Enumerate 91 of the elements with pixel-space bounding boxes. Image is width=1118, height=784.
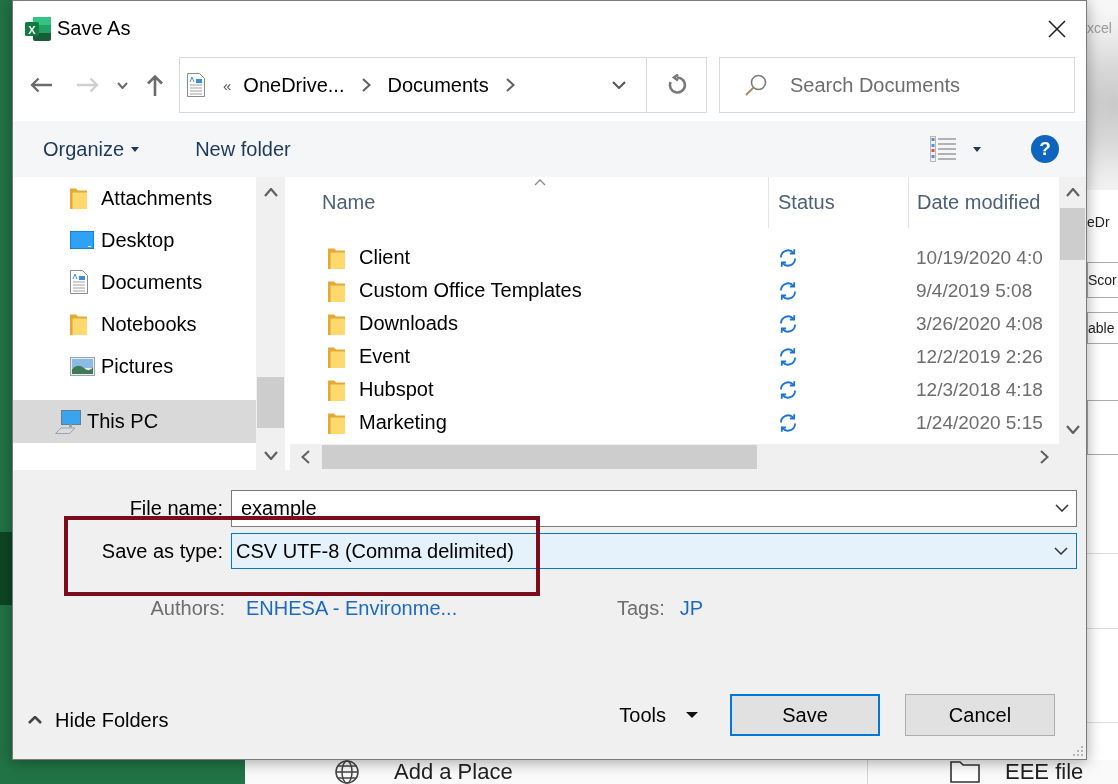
document-icon xyxy=(70,270,88,294)
chevron-down-icon xyxy=(1054,547,1068,555)
caret-down-icon xyxy=(973,146,981,152)
details-view-icon xyxy=(930,136,956,162)
up-arrow-icon xyxy=(146,74,164,96)
backdrop-text: xcel xyxy=(1087,19,1113,38)
breadcrumb[interactable]: OneDrive... xyxy=(243,73,345,97)
folder-icon xyxy=(70,313,87,335)
field-label: File name: xyxy=(128,497,223,520)
address-bar[interactable]: « OneDrive... Documents xyxy=(179,57,707,113)
window-title: Save As xyxy=(57,17,131,40)
nav-item[interactable]: Attachments xyxy=(13,177,256,219)
toolbar-button[interactable]: Organize xyxy=(43,129,140,169)
date-modified: 3/26/2020 4:08 xyxy=(916,312,1043,335)
scrollbar[interactable] xyxy=(256,177,285,470)
scrollbar-thumb[interactable] xyxy=(1060,208,1085,260)
sort-caret-icon xyxy=(534,179,546,186)
nav-item[interactable]: Desktop xyxy=(13,219,256,261)
nav-item[interactable]: Documents xyxy=(13,261,256,303)
backdrop-field: able xyxy=(1087,312,1118,344)
place-label: EEE file xyxy=(1005,760,1084,784)
folder-name[interactable]: Hubspot xyxy=(359,378,434,401)
column-header[interactable]: Date modified xyxy=(908,177,1059,228)
close-icon xyxy=(1048,19,1066,38)
left-arrow-icon xyxy=(30,77,52,93)
hide-folders-button[interactable]: Hide Folders xyxy=(28,708,169,732)
chevron-up-icon xyxy=(28,716,42,724)
column-header[interactable]: Status xyxy=(768,177,908,228)
dialog-button[interactable]: Cancel xyxy=(905,694,1055,736)
property-value-link[interactable]: ENHESA - Environme... xyxy=(246,596,458,620)
date-modified: 9/4/2019 5:08 xyxy=(916,279,1033,302)
chevron-down-icon[interactable] xyxy=(263,450,278,460)
field-label: Save as type: xyxy=(100,539,223,563)
right-arrow-icon xyxy=(77,77,99,93)
spreadsheet-logo: X xyxy=(25,16,51,41)
folder-icon xyxy=(328,246,345,269)
chevron-up-icon[interactable] xyxy=(1065,187,1080,197)
property-value-link[interactable]: JP xyxy=(679,596,704,620)
folder-icon xyxy=(70,187,87,209)
folder-icon xyxy=(328,345,345,368)
folder-icon xyxy=(328,312,345,335)
overflow-mark[interactable]: « xyxy=(223,76,232,94)
chevron-right-icon[interactable] xyxy=(361,78,371,92)
chevron-left-icon[interactable] xyxy=(300,450,310,464)
breadcrumb[interactable]: Documents xyxy=(387,73,489,97)
computer-icon xyxy=(55,409,81,434)
chevron-right-icon[interactable] xyxy=(505,78,515,92)
scrollbar-thumb[interactable] xyxy=(257,377,284,428)
help-button[interactable]: ? xyxy=(1031,135,1059,163)
folder-icon xyxy=(328,411,345,434)
toolbar-button[interactable]: New folder xyxy=(195,129,291,169)
scrollbar-thumb[interactable] xyxy=(322,445,757,469)
nav-item[interactable]: Pictures xyxy=(13,345,256,387)
globe-icon xyxy=(335,760,359,784)
file-type-dropdown[interactable]: CSV UTF-8 (Comma delimited) xyxy=(231,533,1077,569)
folder-icon xyxy=(328,279,345,302)
caret-down-icon xyxy=(686,712,698,718)
caret-down-icon xyxy=(131,146,140,152)
search-field[interactable]: Search Documents xyxy=(719,57,1075,113)
backdrop-field: Scor xyxy=(1087,262,1118,298)
column-header[interactable]: Name xyxy=(290,177,768,228)
property-label: Tags: xyxy=(617,596,665,620)
folder-name[interactable]: Downloads xyxy=(359,312,458,335)
folder-name[interactable]: Client xyxy=(359,246,411,269)
document-icon xyxy=(187,73,205,97)
chevron-down-icon xyxy=(611,81,626,89)
date-modified: 12/3/2018 4:18 xyxy=(916,378,1043,401)
chevron-down-icon[interactable] xyxy=(1055,504,1069,512)
backdrop-text: eDr xyxy=(1087,213,1111,232)
nav-item[interactable]: This PC xyxy=(13,400,256,443)
date-modified: 10/19/2020 4:0 xyxy=(916,246,1043,269)
date-modified: 1/24/2020 5:15 xyxy=(916,411,1043,434)
folder-name[interactable]: Marketing xyxy=(359,411,447,434)
folder-icon xyxy=(328,378,345,401)
search-icon xyxy=(745,74,767,96)
file-name-field[interactable]: example xyxy=(231,490,1077,527)
place-label: Add a Place xyxy=(394,760,513,784)
chevron-down-icon[interactable] xyxy=(1065,424,1080,434)
date-modified: 12/2/2019 2:26 xyxy=(916,345,1043,368)
folder-name[interactable]: Custom Office Templates xyxy=(359,279,582,302)
chevron-up-icon[interactable] xyxy=(263,187,278,197)
picture-icon xyxy=(70,356,95,376)
resize-grip-icon[interactable] xyxy=(1073,746,1083,756)
property-label: Authors: xyxy=(149,596,225,620)
desktop-icon xyxy=(70,231,94,249)
nav-item[interactable]: Notebooks xyxy=(13,303,256,345)
dialog-button[interactable]: Save xyxy=(730,694,880,736)
chevron-right-icon[interactable] xyxy=(1039,450,1049,464)
folder-name[interactable]: Event xyxy=(359,345,411,368)
tools-menu-button[interactable]: Tools xyxy=(619,703,698,727)
chevron-down-icon xyxy=(116,81,128,89)
